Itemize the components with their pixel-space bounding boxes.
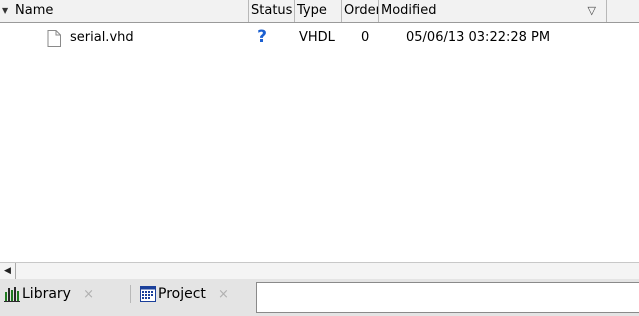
column-header-modified-label: Modified: [381, 3, 437, 18]
table-row[interactable]: serial.vhd ? VHDL 0 05/06/13 03:22:28 PM: [0, 27, 639, 48]
library-icon: [4, 287, 20, 302]
question-icon: ?: [257, 27, 267, 47]
column-header-name[interactable]: Name: [13, 0, 249, 22]
sort-down-icon: ▽: [587, 4, 596, 17]
row-name: serial.vhd: [70, 30, 134, 45]
file-icon: [47, 30, 61, 47]
tab-library-label: Library: [22, 286, 71, 302]
row-type: VHDL: [299, 30, 335, 45]
tab-library[interactable]: Library ×: [0, 283, 130, 305]
scroll-left-arrow-icon[interactable]: ◀: [0, 263, 16, 279]
horizontal-scrollbar[interactable]: ◀: [0, 262, 639, 280]
column-header-status[interactable]: Status: [249, 0, 295, 22]
column-header-type[interactable]: Type: [295, 0, 342, 22]
column-header-order[interactable]: Order: [342, 0, 379, 22]
tri-down-icon[interactable]: ▼: [2, 7, 10, 15]
column-header-status-label: Status: [251, 3, 293, 18]
project-icon: [140, 286, 156, 302]
tab-project[interactable]: Project ×: [136, 283, 256, 305]
tab-project-label: Project: [158, 286, 206, 302]
row-modified: 05/06/13 03:22:28 PM: [406, 30, 551, 45]
column-header-modified[interactable]: Modified ▽: [379, 0, 607, 22]
column-header-bar: ▼ Name Status Type Order Modified ▽: [0, 0, 639, 23]
column-header-order-label: Order: [344, 3, 379, 18]
column-header-filler: [607, 0, 639, 22]
tab-empty-area: [256, 282, 639, 313]
tab-bar: Library × Project ×: [0, 279, 639, 316]
column-header-name-label: Name: [15, 3, 54, 18]
close-icon[interactable]: ×: [218, 287, 229, 302]
column-header-type-label: Type: [297, 3, 327, 18]
close-icon[interactable]: ×: [83, 287, 94, 302]
row-order: 0: [361, 30, 370, 45]
tab-divider: [130, 285, 131, 303]
